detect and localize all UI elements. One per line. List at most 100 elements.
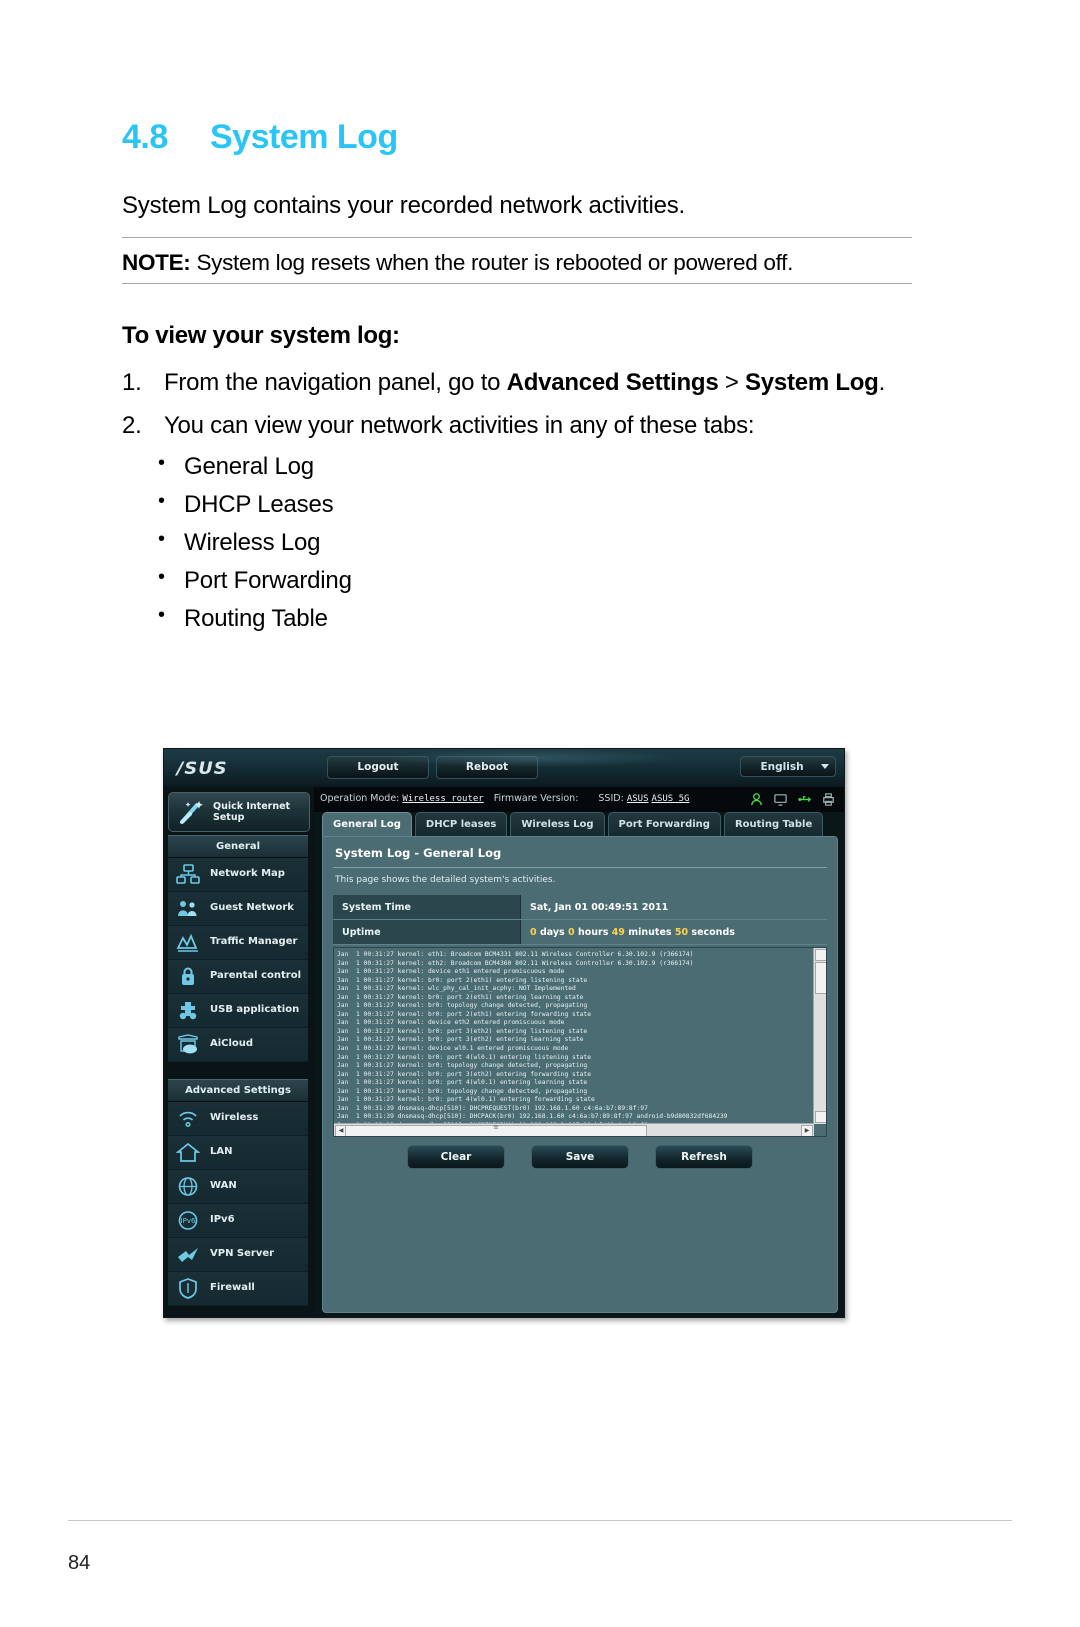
sidebar-item-wireless[interactable]: Wireless: [168, 1102, 308, 1136]
printer-icon[interactable]: [821, 792, 836, 807]
magic-wand-icon: [180, 801, 203, 824]
tab-general-log[interactable]: General Log: [322, 812, 412, 837]
page-title: 4.8 System Log: [122, 118, 912, 157]
system-time-label: System Time: [333, 895, 521, 919]
log-vertical-scrollbar[interactable]: [813, 948, 826, 1124]
wifi-icon: [179, 1111, 197, 1128]
sidebar-item-guest-network[interactable]: Guest Network: [168, 892, 308, 926]
language-select[interactable]: English: [740, 756, 836, 777]
horizontal-scroll-thumb[interactable]: [345, 1125, 647, 1136]
sidebar-item-label: Firewall: [210, 1282, 255, 1293]
sidebar-item-usb-application[interactable]: USB application: [168, 994, 308, 1028]
sidebar-item-wan[interactable]: WAN: [168, 1170, 308, 1204]
note-paragraph: NOTE: System log resets when the router …: [122, 249, 912, 277]
step-2: 2. You can view your network activities …: [122, 411, 912, 440]
intro-paragraph: System Log contains your recorded networ…: [122, 192, 685, 219]
subheading: To view your system log:: [122, 322, 400, 350]
reboot-button[interactable]: Reboot: [436, 756, 538, 779]
log-textarea[interactable]: Jan 1 00:31:27 kernel: eth1: Broadcom BC…: [333, 947, 827, 1137]
sidebar-item-traffic-manager[interactable]: Traffic Manager: [168, 926, 308, 960]
sidebar-item-lan[interactable]: LAN: [168, 1136, 308, 1170]
list-item: General Log: [122, 453, 912, 479]
sidebar: Quick InternetSetup General Network Map: [164, 787, 314, 1317]
ssid-value-5g[interactable]: ASUS_5G: [652, 794, 690, 804]
language-value: English: [760, 761, 804, 773]
scroll-down-arrow-icon[interactable]: [815, 1111, 826, 1123]
usb-icon[interactable]: [797, 792, 812, 807]
clear-button[interactable]: Clear: [407, 1145, 505, 1169]
scroll-up-arrow-icon[interactable]: [815, 949, 826, 961]
sidebar-item-label: IPv6: [210, 1214, 235, 1225]
sidebar-advanced-header: Advanced Settings: [168, 1079, 308, 1102]
step-1-bold-2: System Log: [745, 369, 879, 397]
cloud-icon: [178, 1034, 198, 1054]
sidebar-item-aicloud[interactable]: AiCloud: [168, 1028, 308, 1062]
sidebar-item-firewall[interactable]: Firewall: [168, 1272, 308, 1306]
panel-divider: [333, 867, 827, 868]
uptime-days: 0: [530, 926, 537, 938]
vertical-scroll-thumb[interactable]: [815, 962, 826, 994]
step-1-text-before: From the navigation panel, go to: [164, 369, 507, 397]
home-icon: [176, 1142, 200, 1162]
uptime-hours-word: hours: [577, 926, 609, 938]
sidebar-item-label: Wireless: [210, 1112, 259, 1123]
step-2-text: You can view your network activities in …: [164, 412, 755, 440]
sidebar-item-vpn-server[interactable]: VPN Server: [168, 1238, 308, 1272]
uptime-minutes: 49: [611, 926, 625, 938]
operation-mode-value[interactable]: Wireless router: [402, 794, 483, 804]
router-info-bar: Operation Mode: Wireless router Firmware …: [314, 787, 844, 812]
note-divider-bottom: [122, 283, 912, 285]
tab-list: General Log DHCP Leases Wireless Log Por…: [122, 453, 912, 631]
operation-mode-label: Operation Mode:: [320, 793, 400, 804]
tab-port-forwarding[interactable]: Port Forwarding: [607, 812, 721, 837]
list-item: Routing Table: [122, 605, 912, 631]
step-1-separator: >: [718, 369, 746, 397]
uptime-minutes-word: minutes: [628, 926, 672, 938]
panel-title: System Log - General Log: [335, 846, 502, 860]
sidebar-item-ipv6[interactable]: IPv6 IPv6: [168, 1204, 308, 1238]
sidebar-item-label: Guest Network: [210, 902, 294, 913]
sidebar-item-label: Parental control: [210, 970, 302, 981]
sidebar-item-parental-control[interactable]: Parental control: [168, 960, 308, 994]
router-ui-screenshot: /SUS Logout Reboot English Operation Mod…: [163, 748, 845, 1318]
quick-internet-setup-label: Quick Internet Setup: [213, 801, 291, 823]
save-button[interactable]: Save: [531, 1145, 629, 1169]
sidebar-item-network-map[interactable]: Network Map: [168, 858, 308, 892]
network-map-icon: [176, 864, 200, 884]
asus-logo: /SUS: [176, 759, 228, 779]
ssid-value-24g[interactable]: ASUS: [627, 794, 649, 804]
tab-routing-table[interactable]: Routing Table: [723, 812, 824, 837]
panel-subtitle: This page shows the detailed system's ac…: [335, 875, 556, 885]
log-horizontal-scrollbar[interactable]: ◀ ▶: [334, 1123, 814, 1136]
logout-button[interactable]: Logout: [327, 756, 429, 779]
tab-wireless-log[interactable]: Wireless Log: [510, 812, 605, 837]
section-number: 4.8: [122, 118, 168, 156]
list-item: DHCP Leases: [122, 491, 912, 517]
uptime-days-word: days: [539, 926, 565, 938]
page-number: 84: [68, 1552, 91, 1574]
document-page: 4.8 System Log System Log contains your …: [0, 0, 1080, 1627]
action-button-row: Clear Save Refresh: [323, 1145, 837, 1169]
shield-icon: [179, 1278, 197, 1299]
ipv6-globe-icon: IPv6: [178, 1211, 198, 1230]
uptime-seconds-word: seconds: [691, 926, 735, 938]
sidebar-item-label: VPN Server: [210, 1248, 275, 1259]
sidebar-item-label: Network Map: [210, 868, 285, 879]
tab-dhcp-leases[interactable]: DHCP leases: [414, 812, 508, 837]
router-content-area: General Log DHCP leases Wireless Log Por…: [314, 812, 844, 1317]
monitor-icon[interactable]: [773, 792, 788, 807]
scroll-right-arrow-icon[interactable]: ▶: [801, 1125, 813, 1136]
vpn-icon: [178, 1248, 198, 1262]
user-icon[interactable]: [749, 792, 764, 807]
status-icon-group: [749, 792, 836, 807]
sidebar-item-label: AiCloud: [210, 1038, 254, 1049]
sidebar-item-quick-internet-setup[interactable]: Quick Internet Setup: [168, 792, 310, 832]
lock-icon: [182, 967, 194, 985]
sidebar-item-label: Traffic Manager: [210, 936, 298, 947]
globe-icon: [178, 1177, 198, 1196]
note-text: System log resets when the router is reb…: [196, 250, 794, 275]
usb-application-icon: [179, 1002, 197, 1020]
system-info-table: System Time Sat, Jan 01 00:49:51 2011 Up…: [333, 895, 827, 945]
refresh-button[interactable]: Refresh: [655, 1145, 753, 1169]
step-1: 1. From the navigation panel, go to Adva…: [122, 368, 912, 397]
